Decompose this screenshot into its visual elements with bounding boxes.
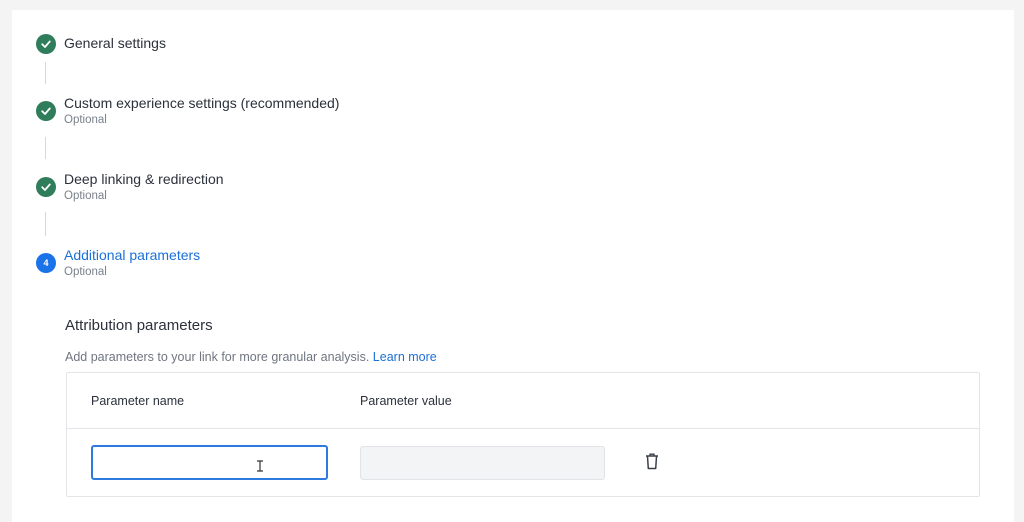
column-header-value: Parameter value [360, 394, 452, 408]
check-icon [36, 101, 56, 121]
step-connector [45, 137, 46, 159]
parameter-name-input[interactable] [91, 445, 328, 480]
check-icon [36, 177, 56, 197]
step-connector [45, 62, 46, 84]
trash-icon[interactable] [645, 453, 659, 470]
table-header: Parameter name Parameter value [67, 373, 979, 429]
check-icon [36, 34, 56, 54]
text-cursor-icon [257, 460, 263, 472]
step-title: General settings [64, 35, 166, 51]
step-title: Deep linking & redirection [64, 171, 224, 187]
parameters-table: Parameter name Parameter value [66, 372, 980, 497]
learn-more-link[interactable]: Learn more [373, 350, 437, 364]
step-title: Custom experience settings (recommended) [64, 95, 340, 111]
section-title: Attribution parameters [65, 317, 213, 334]
step-subtitle: Optional [64, 190, 107, 202]
step-number-badge: 4 [36, 253, 56, 273]
section-description: Add parameters to your link for more gra… [65, 350, 437, 364]
step-connector [45, 212, 46, 236]
step-subtitle: Optional [64, 114, 107, 126]
step-subtitle: Optional [64, 266, 107, 278]
column-header-name: Parameter name [91, 394, 185, 408]
parameter-value-input[interactable] [360, 446, 605, 480]
step-title: Additional parameters [64, 247, 201, 263]
description-text: Add parameters to your link for more gra… [65, 350, 370, 364]
